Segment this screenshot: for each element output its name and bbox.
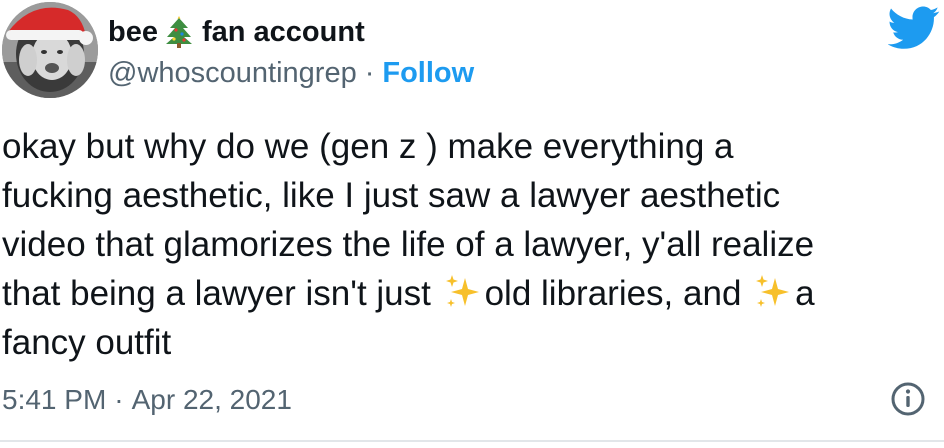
display-name[interactable]: bee fan account <box>108 14 365 50</box>
tweet-text-line: fucking aesthetic, like I just saw a law… <box>2 176 781 215</box>
user-handle[interactable]: @whoscountingrep <box>108 57 357 90</box>
christmas-tree-emoji <box>165 16 192 48</box>
follow-button[interactable]: Follow <box>382 57 474 90</box>
tweet-card: bee fan account @whoscountingrep · Follo… <box>0 0 944 448</box>
tweet-text-line: okay but why do we (gen z ) make everyth… <box>2 127 734 166</box>
tweet-text-line: fancy outfit <box>2 323 172 362</box>
sparkles-emoji <box>756 275 790 307</box>
divider <box>0 440 944 442</box>
handle-row: @whoscountingrep · Follow <box>108 56 474 90</box>
tweet-text-segment: that being a lawyer isn't just <box>2 274 431 313</box>
display-name-part2: fan account <box>201 15 365 48</box>
tweet-text-segment: a <box>795 274 815 313</box>
sparkles-emoji <box>445 275 479 307</box>
tweet-time: 5:41 PM <box>2 384 107 415</box>
avatar[interactable] <box>2 2 98 98</box>
separator-dot: · <box>364 56 375 89</box>
tweet-text-line: video that glamorizes the life of a lawy… <box>2 225 815 264</box>
info-icon[interactable] <box>890 381 926 417</box>
separator-dot: · <box>114 384 124 415</box>
tweet-date: Apr 22, 2021 <box>131 384 292 415</box>
display-name-part1: bee <box>108 15 158 48</box>
avatar-image <box>2 2 98 98</box>
twitter-bird-icon[interactable] <box>888 6 940 50</box>
tweet-text-line: that being a lawyer isn't just old libra… <box>2 269 932 318</box>
tweet-text-segment: old libraries, and <box>484 274 742 313</box>
timestamp[interactable]: 5:41 PM · Apr 22, 2021 <box>2 382 292 418</box>
tweet-text: okay but why do we (gen z ) make everyth… <box>2 122 932 367</box>
